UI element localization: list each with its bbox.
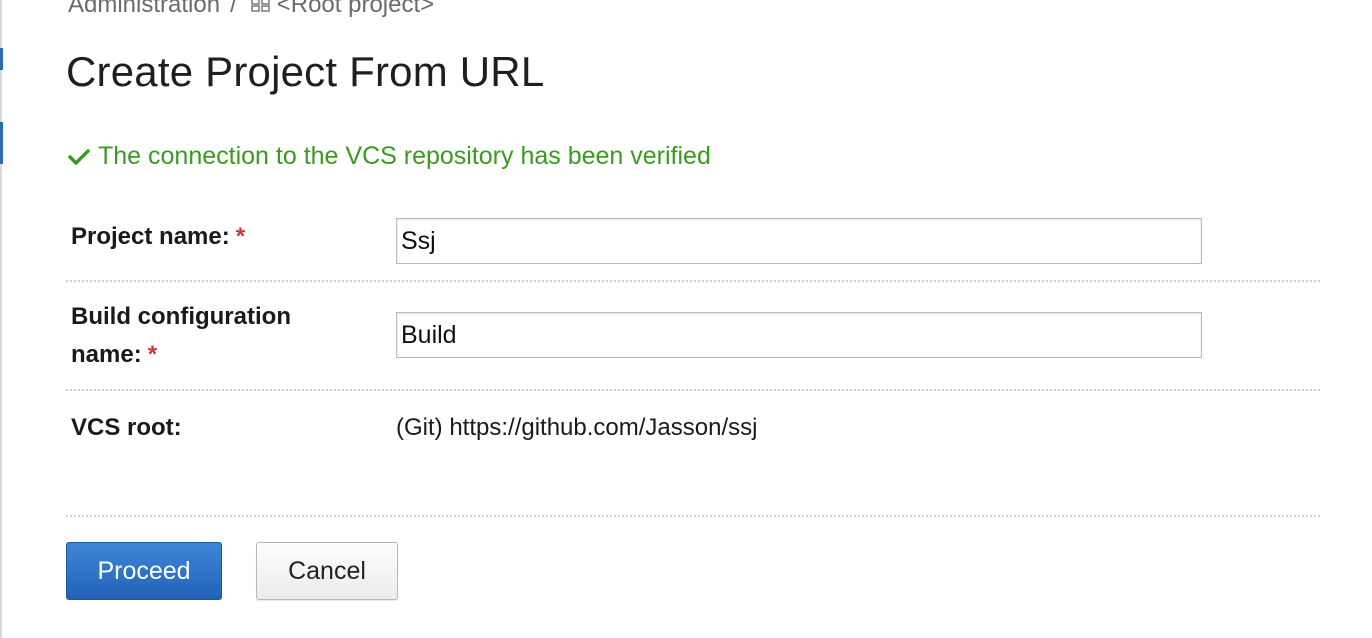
vcs-root-label: VCS root: bbox=[71, 414, 182, 441]
breadcrumb-separator: / bbox=[230, 0, 237, 18]
create-project-page: Administration / <Root project> Create P… bbox=[0, 0, 1372, 638]
build-config-name-label-line1: Build configuration bbox=[71, 303, 291, 330]
connection-status: The connection to the VCS repository has… bbox=[68, 142, 711, 171]
breadcrumb: Administration / <Root project> bbox=[68, 0, 434, 20]
project-name-label: Project name: * bbox=[71, 218, 245, 256]
vcs-root-row: VCS root: (Git) https://github.com/Jasso… bbox=[66, 391, 1320, 517]
status-message: The connection to the VCS repository has… bbox=[98, 142, 711, 170]
window-edge-mark bbox=[0, 48, 3, 70]
build-config-name-label-line2: name: bbox=[71, 341, 142, 368]
grid-icon bbox=[250, 0, 271, 12]
page-title: Create Project From URL bbox=[66, 48, 545, 95]
breadcrumb-administration[interactable]: Administration bbox=[68, 0, 220, 19]
project-name-input[interactable] bbox=[396, 218, 1202, 264]
vcs-root-value: (Git) https://github.com/Jasson/ssj bbox=[396, 414, 758, 441]
required-marker: * bbox=[235, 223, 246, 250]
cancel-button[interactable]: Cancel bbox=[256, 542, 398, 600]
window-edge bbox=[0, 0, 2, 638]
build-config-name-label: Build configuration name: * bbox=[71, 298, 291, 374]
required-marker: * bbox=[147, 341, 158, 368]
proceed-button[interactable]: Proceed bbox=[66, 542, 222, 600]
window-edge-mark bbox=[0, 122, 3, 164]
project-name-row: Project name: * bbox=[66, 200, 1320, 282]
checkmark-icon bbox=[68, 148, 90, 166]
breadcrumb-root-project[interactable]: <Root project> bbox=[277, 0, 434, 19]
build-config-name-input[interactable] bbox=[396, 312, 1202, 358]
build-config-name-row: Build configuration name: * bbox=[66, 282, 1320, 391]
project-name-label-text: Project name: bbox=[71, 223, 230, 250]
